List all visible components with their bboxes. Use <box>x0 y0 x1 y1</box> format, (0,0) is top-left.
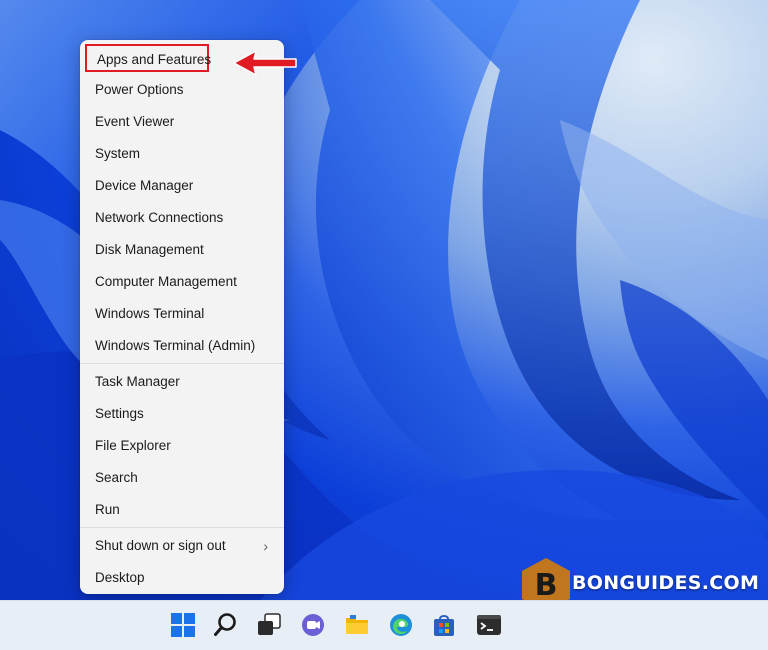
menu-item-label: Disk Management <box>95 242 204 257</box>
menu-item-desktop[interactable]: Desktop <box>80 562 284 594</box>
menu-item-disk-management[interactable]: Disk Management <box>80 234 284 266</box>
menu-item-label: Shut down or sign out <box>95 538 226 553</box>
logo-letter: B <box>535 568 558 603</box>
menu-group-system: Task Manager Settings File Explorer Sear… <box>80 366 284 526</box>
menu-group-power: Shut down or sign out › Desktop <box>80 530 284 594</box>
menu-item-run[interactable]: Run <box>80 494 284 526</box>
watermark-text: BONGUIDES.COM <box>572 572 760 594</box>
menu-item-file-explorer[interactable]: File Explorer <box>80 430 284 462</box>
menu-item-label: Device Manager <box>95 178 194 193</box>
menu-item-event-viewer[interactable]: Event Viewer <box>80 106 284 138</box>
terminal-icon[interactable] <box>476 612 502 638</box>
red-arrow-annotation <box>233 50 297 76</box>
menu-group-tools: Apps and Features Power Options Event Vi… <box>80 42 284 362</box>
menu-item-windows-terminal[interactable]: Windows Terminal <box>80 298 284 330</box>
menu-item-label: Computer Management <box>95 274 237 289</box>
menu-item-label: Task Manager <box>95 374 180 389</box>
menu-item-label: System <box>95 146 141 161</box>
task-view-icon[interactable] <box>256 612 282 638</box>
menu-separator <box>80 363 284 364</box>
menu-item-label: Windows Terminal (Admin) <box>95 338 256 353</box>
menu-item-label: Run <box>95 502 120 517</box>
menu-item-label: Search <box>95 470 138 485</box>
menu-item-system[interactable]: System <box>80 138 284 170</box>
menu-item-label: Power Options <box>95 82 184 97</box>
start-icon[interactable] <box>170 612 196 638</box>
chat-icon[interactable] <box>300 612 326 638</box>
menu-item-search[interactable]: Search <box>80 462 284 494</box>
menu-item-task-manager[interactable]: Task Manager <box>80 366 284 398</box>
file-explorer-icon[interactable] <box>344 612 370 638</box>
edge-icon[interactable] <box>388 612 414 638</box>
menu-item-label: File Explorer <box>95 438 171 453</box>
search-icon[interactable] <box>213 612 239 638</box>
menu-separator <box>80 527 284 528</box>
taskbar <box>0 600 768 650</box>
menu-item-label: Apps and Features <box>85 44 211 72</box>
menu-item-power-options[interactable]: Power Options <box>80 74 284 106</box>
menu-item-device-manager[interactable]: Device Manager <box>80 170 284 202</box>
menu-item-computer-management[interactable]: Computer Management <box>80 266 284 298</box>
menu-item-label: Windows Terminal <box>95 306 205 321</box>
menu-item-settings[interactable]: Settings <box>80 398 284 430</box>
store-icon[interactable] <box>431 612 457 638</box>
menu-item-label: Event Viewer <box>95 114 175 129</box>
menu-item-windows-terminal-admin[interactable]: Windows Terminal (Admin) <box>80 330 284 362</box>
menu-item-label: Desktop <box>95 570 145 585</box>
menu-item-label: Network Connections <box>95 210 224 225</box>
menu-item-network-connections[interactable]: Network Connections <box>80 202 284 234</box>
menu-item-shut-down-or-sign-out[interactable]: Shut down or sign out › <box>80 530 284 562</box>
winx-context-menu: Apps and Features Power Options Event Vi… <box>80 40 284 594</box>
menu-item-label: Settings <box>95 406 144 421</box>
chevron-right-icon: › <box>263 538 268 554</box>
